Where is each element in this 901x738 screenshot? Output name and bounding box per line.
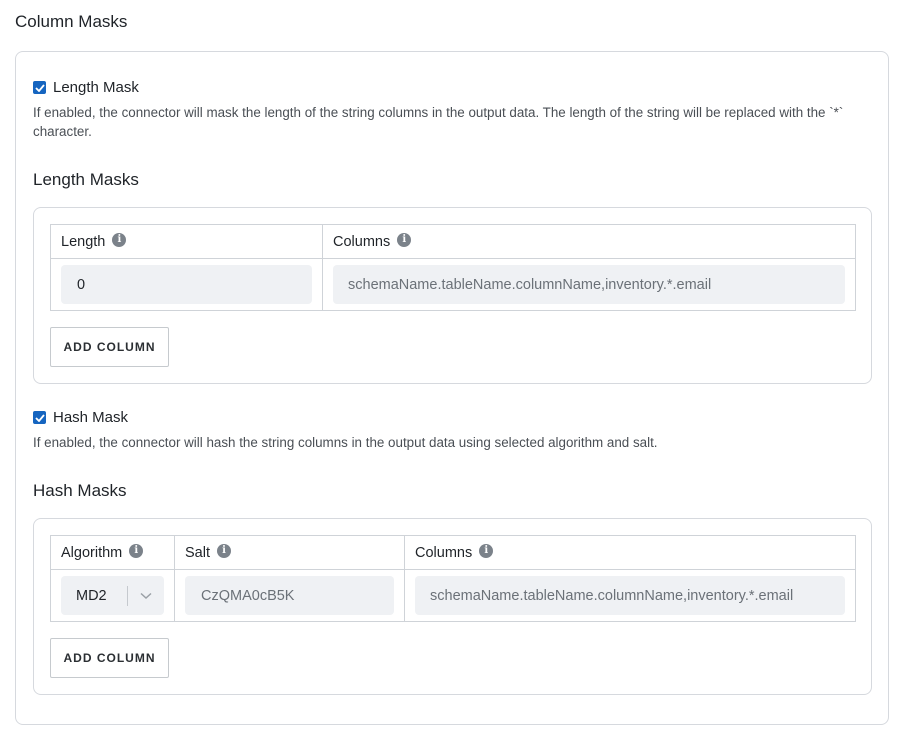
length-masks-table: Length i Columns i 0 schemaName.tableNam… [50, 224, 856, 311]
hash-mask-label: Hash Mask [53, 409, 129, 426]
hash-columns-input[interactable]: schemaName.tableName.columnName,inventor… [415, 576, 845, 615]
algorithm-value: MD2 [76, 587, 107, 604]
hash-add-column-button[interactable]: ADD COLUMN [50, 638, 169, 678]
length-input[interactable]: 0 [61, 265, 312, 304]
salt-header: Salt i [174, 535, 405, 570]
columns-header-label: Columns [333, 233, 391, 250]
hash-columns-header: Columns i [404, 535, 856, 570]
hash-masks-title: Hash Masks [33, 481, 127, 500]
length-masks-card: Length i Columns i 0 schemaName.tableNam… [33, 207, 872, 384]
algorithm-select[interactable]: MD2 [61, 576, 164, 615]
info-icon[interactable]: i [397, 232, 412, 247]
algorithm-header-label: Algorithm [61, 544, 123, 561]
hash-mask-toggle[interactable]: Hash Mask [33, 409, 128, 426]
chevron-down-icon[interactable] [128, 592, 164, 600]
info-icon[interactable]: i [112, 232, 127, 247]
table-row: 0 schemaName.tableName.columnName,invent… [50, 258, 856, 311]
hash-columns-header-label: Columns [415, 544, 473, 561]
columns-header: Columns i [322, 224, 856, 259]
info-icon[interactable]: i [217, 543, 231, 558]
length-add-column-button[interactable]: ADD COLUMN [50, 327, 169, 367]
info-icon[interactable]: i [479, 543, 494, 558]
hash-mask-help: If enabled, the connector will hash the … [33, 435, 658, 450]
length-header-label: Length [61, 233, 106, 250]
salt-header-label: Salt [185, 544, 210, 561]
length-mask-checkbox[interactable] [33, 81, 46, 94]
info-icon[interactable]: i [129, 543, 144, 558]
algorithm-header: Algorithm i [50, 535, 175, 570]
hash-masks-table: Algorithm i Salt i Columns i MD2 CzQMA0c… [50, 535, 856, 622]
length-mask-toggle[interactable]: Length Mask [33, 79, 139, 96]
column-masks-card: Length Mask If enabled, the connector wi… [15, 51, 889, 725]
hash-mask-checkbox[interactable] [33, 411, 46, 424]
hash-masks-card: Algorithm i Salt i Columns i MD2 CzQMA0c… [33, 518, 872, 695]
length-mask-label: Length Mask [53, 79, 139, 96]
salt-input[interactable]: CzQMA0cB5K [185, 576, 394, 615]
length-columns-input[interactable]: schemaName.tableName.columnName,inventor… [333, 265, 845, 304]
length-header: Length i [50, 224, 323, 259]
length-masks-title: Length Masks [33, 170, 139, 189]
page-title: Column Masks [15, 12, 128, 31]
table-row: MD2 CzQMA0cB5K schemaName.tableName.colu… [50, 569, 856, 622]
length-mask-help: If enabled, the connector will mask the … [33, 105, 844, 139]
